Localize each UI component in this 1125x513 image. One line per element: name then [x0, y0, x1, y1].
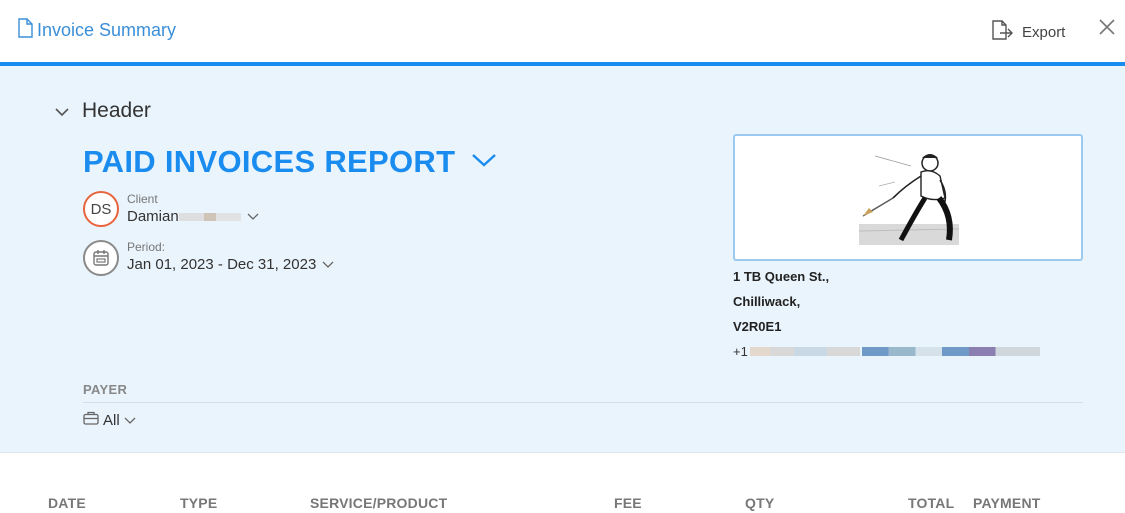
- calendar-icon: [83, 240, 119, 276]
- section-label: Header: [82, 99, 151, 122]
- table-header-row: DATE TYPE SERVICE/PRODUCT FEE QTY TOTAL …: [0, 495, 1125, 513]
- logo-illustration: [858, 154, 960, 245]
- top-bar: Invoice Summary Export: [0, 0, 1125, 66]
- column-header-total[interactable]: TOTAL: [908, 495, 954, 511]
- contact-line: +1: [733, 339, 1040, 364]
- address-line: 1 TB Queen St.,: [733, 269, 830, 284]
- column-header-payment[interactable]: PAYMENT: [973, 495, 1041, 511]
- header-section-toggle[interactable]: Header: [54, 99, 151, 123]
- period-value: Jan 01, 2023 - Dec 31, 2023: [127, 256, 317, 273]
- window-title: Invoice Summary: [17, 18, 176, 43]
- address-line: V2R0E1: [733, 319, 782, 334]
- client-label: Client: [127, 192, 158, 206]
- header-panel: Header PAID INVOICES REPORT DS Client Da…: [0, 66, 1125, 453]
- client-field: DS Client Damian: [83, 190, 483, 234]
- chevron-down-icon: [54, 99, 70, 123]
- phone-prefix: +1: [733, 344, 748, 359]
- client-name: Damian: [127, 208, 179, 225]
- client-selector[interactable]: Damian: [127, 208, 259, 225]
- chevron-down-icon: [124, 412, 136, 429]
- report-title: PAID INVOICES REPORT: [83, 144, 456, 179]
- payer-value: All: [103, 411, 120, 429]
- redacted-text: [749, 347, 860, 356]
- column-header-service[interactable]: SERVICE/PRODUCT: [310, 495, 447, 511]
- chevron-down-icon: [322, 256, 334, 273]
- briefcase-icon: [83, 411, 99, 429]
- column-header-qty[interactable]: QTY: [745, 495, 774, 511]
- column-header-date[interactable]: DATE: [48, 495, 86, 511]
- payer-dropdown[interactable]: All: [83, 411, 136, 429]
- column-header-type[interactable]: TYPE: [180, 495, 217, 511]
- report-type-dropdown[interactable]: PAID INVOICES REPORT: [83, 144, 497, 180]
- close-button[interactable]: [1098, 18, 1116, 41]
- address-line: Chilliwack,: [733, 294, 801, 309]
- redacted-text: [178, 212, 241, 221]
- export-icon: [990, 19, 1014, 45]
- payer-label: PAYER: [83, 382, 128, 397]
- period-label: Period:: [127, 240, 166, 254]
- divider: [83, 402, 1083, 403]
- close-icon: [1098, 19, 1116, 40]
- chevron-down-icon: [247, 208, 259, 225]
- period-field: Period: Jan 01, 2023 - Dec 31, 2023: [83, 238, 483, 282]
- business-address: 1 TB Queen St., Chilliwack, V2R0E1 +1: [733, 264, 1040, 364]
- document-icon: [17, 18, 33, 43]
- avatar: DS: [83, 191, 119, 227]
- chevron-down-icon: [471, 152, 497, 173]
- window-title-text: Invoice Summary: [37, 20, 177, 40]
- period-selector[interactable]: Jan 01, 2023 - Dec 31, 2023: [127, 256, 334, 273]
- column-header-fee[interactable]: FEE: [614, 495, 642, 511]
- export-label: Export: [1022, 23, 1066, 41]
- export-button[interactable]: Export: [990, 19, 1065, 45]
- redacted-text: [861, 347, 1040, 356]
- business-logo[interactable]: [733, 134, 1083, 261]
